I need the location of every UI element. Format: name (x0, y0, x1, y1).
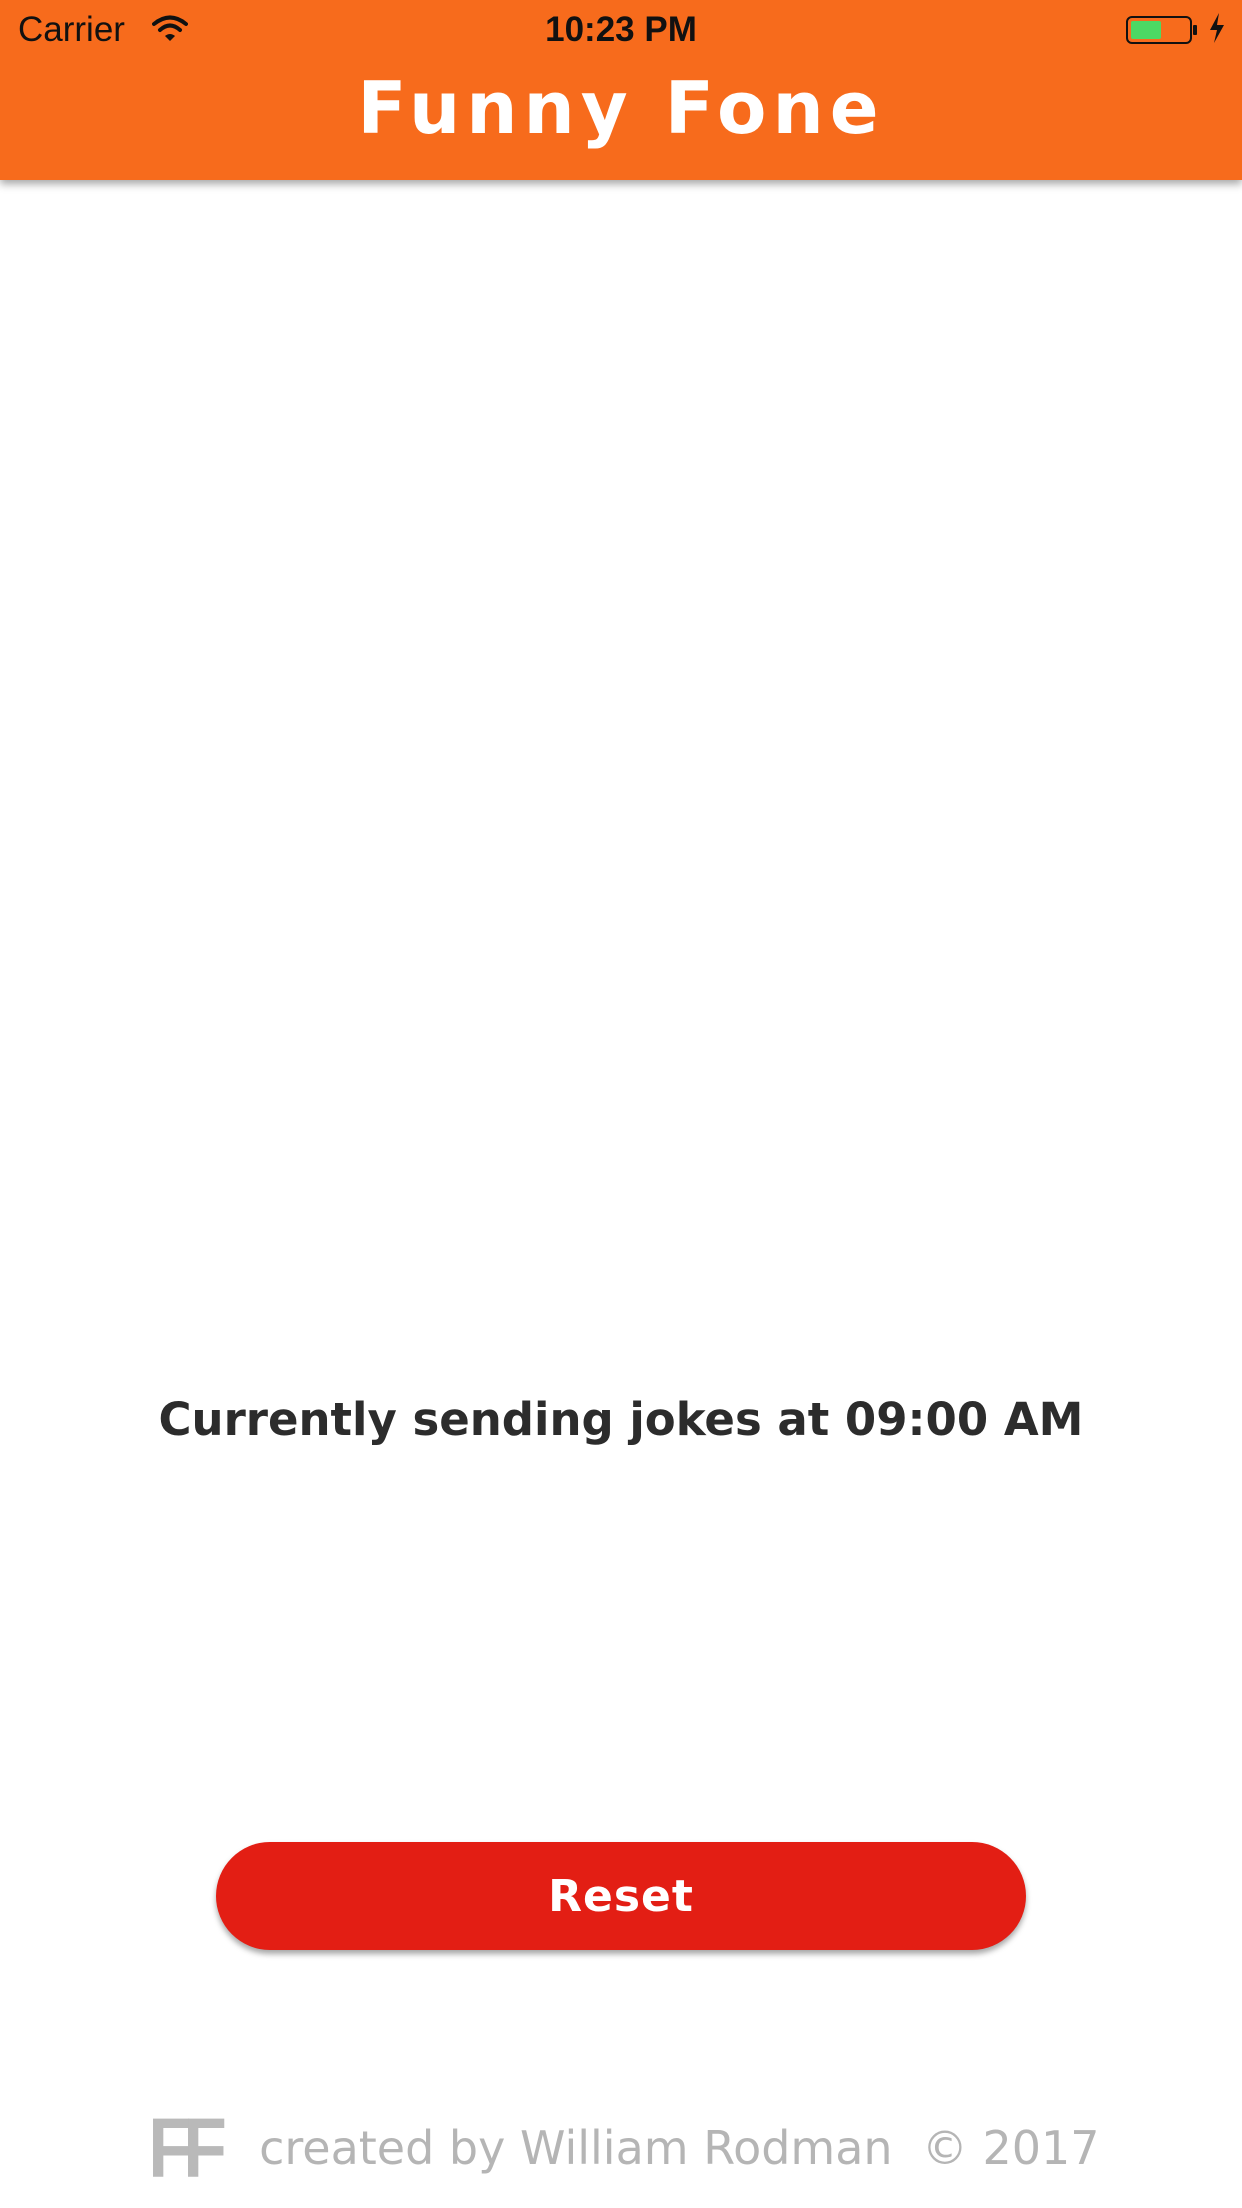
app-title: Funny Fone (357, 66, 885, 150)
credit-text: created by William Rodman © 2017 (259, 2121, 1100, 2175)
ff-logo: FF (148, 2101, 228, 2195)
app-screen: Carrier 10:23 PM Funny Fone Currently se… (0, 0, 1242, 2208)
battery-icon (1126, 16, 1197, 44)
reset-button[interactable]: Reset (216, 1842, 1026, 1950)
status-time: 10:23 PM (545, 10, 697, 49)
charging-bolt-icon (1210, 13, 1224, 43)
navigation-bar: Carrier 10:23 PM Funny Fone (0, 0, 1242, 180)
schedule-status-text: Currently sending jokes at 09:00 AM (158, 1393, 1084, 1446)
status-bar: Carrier 10:23 PM (0, 0, 1242, 60)
footer: FF created by William Rodman © 2017 (0, 2101, 1242, 2195)
